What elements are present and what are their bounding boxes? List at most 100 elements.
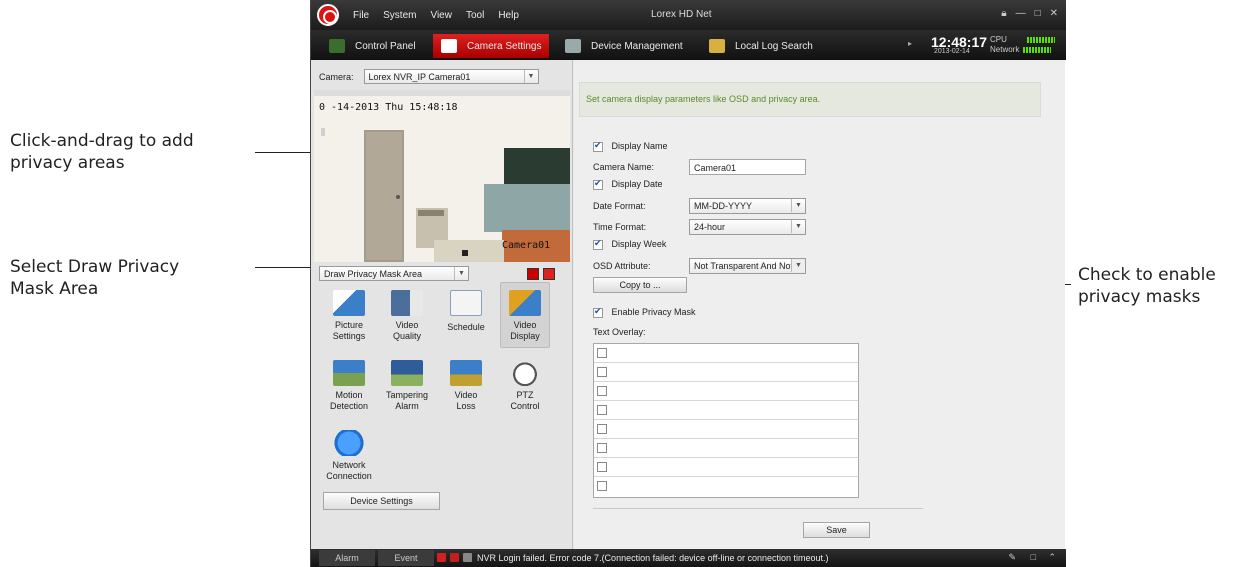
tool-label: Loss xyxy=(456,401,476,411)
tool-ptz-control[interactable]: PTZ Control xyxy=(500,360,550,412)
callout-line-2: privacy areas xyxy=(10,153,125,173)
display-date-label: Display Date xyxy=(611,179,663,189)
list-item[interactable] xyxy=(594,458,858,477)
lorex-logo-icon xyxy=(317,4,339,26)
menu-system[interactable]: System xyxy=(383,10,416,21)
picture-settings-icon xyxy=(333,290,365,316)
alarm-tab[interactable]: Alarm xyxy=(319,550,375,566)
osd-camera-name: Camera01 xyxy=(502,240,551,251)
overlay-checkbox[interactable] xyxy=(597,424,607,434)
date-format-select[interactable]: MM-DD-YYYY ▼ xyxy=(689,198,806,214)
tool-network-connection[interactable]: Network Connection xyxy=(324,430,374,482)
menu-tool[interactable]: Tool xyxy=(466,10,484,21)
osd-datetime: 0 -14-2013 Thu 15:48:18 xyxy=(319,102,458,113)
enable-privacy-label: Enable Privacy Mask xyxy=(611,307,696,317)
list-item[interactable] xyxy=(594,382,858,401)
tab-control-panel[interactable]: Control Panel xyxy=(321,34,431,58)
tampering-alarm-icon xyxy=(391,360,423,386)
display-date-row: Display Date xyxy=(593,178,663,190)
video-display-icon xyxy=(509,290,541,316)
event-tab[interactable]: Event xyxy=(378,550,434,566)
tool-schedule[interactable]: Schedule xyxy=(441,290,491,333)
list-item[interactable] xyxy=(594,420,858,439)
overlay-checkbox[interactable] xyxy=(597,348,607,358)
text-overlay-label: Text Overlay: xyxy=(593,327,646,337)
osd-attribute-label: OSD Attribute: xyxy=(593,261,651,271)
tool-motion-detection[interactable]: Motion Detection xyxy=(324,360,374,412)
display-name-row: Display Name xyxy=(593,140,668,152)
callout-draw-mask: Select Draw Privacy Mask Area xyxy=(10,256,179,300)
display-name-checkbox[interactable] xyxy=(593,140,603,152)
alarm-icon[interactable] xyxy=(437,553,446,562)
motion-detection-icon xyxy=(333,360,365,386)
cpu-label: CPU xyxy=(990,35,1007,44)
video-scene xyxy=(314,90,570,262)
tab-scroll-icon[interactable]: ▸ xyxy=(908,39,912,48)
right-panel: Set camera display parameters like OSD a… xyxy=(574,60,1065,549)
overlay-checkbox[interactable] xyxy=(597,367,607,377)
list-item[interactable] xyxy=(594,344,858,363)
draw-mask-icon[interactable] xyxy=(527,267,539,280)
menu-view[interactable]: View xyxy=(430,10,452,21)
tab-label: Device Management xyxy=(591,40,683,52)
list-item[interactable] xyxy=(594,439,858,458)
title-bar: File System View Tool Help Lorex HD Net … xyxy=(311,0,1066,30)
tool-picture-settings[interactable]: Picture Settings xyxy=(324,290,374,342)
tool-tampering-alarm[interactable]: Tampering Alarm xyxy=(382,360,432,412)
overlay-checkbox[interactable] xyxy=(597,386,607,396)
mask-row: Draw Privacy Mask Area ▼ xyxy=(319,266,555,281)
menu-help[interactable]: Help xyxy=(498,10,519,21)
delete-mask-icon[interactable] xyxy=(543,267,555,280)
display-date-checkbox[interactable] xyxy=(593,178,603,190)
menu-file[interactable]: File xyxy=(353,10,369,21)
divider xyxy=(593,508,923,509)
chevron-down-icon: ▼ xyxy=(791,199,805,212)
list-item[interactable] xyxy=(594,401,858,420)
left-panel: Camera: Lorex NVR_IP Camera01 ▼ 0 -14-20… xyxy=(311,60,573,549)
list-item[interactable] xyxy=(594,477,858,496)
time-format-value: 24-hour xyxy=(694,222,726,232)
video-preview[interactable]: 0 -14-2013 Thu 15:48:18 Camera01 xyxy=(314,90,570,262)
camera-name-input[interactable]: Camera01 xyxy=(689,159,806,175)
overlay-checkbox[interactable] xyxy=(597,481,607,491)
tab-label: Camera Settings xyxy=(467,40,542,52)
device-settings-button[interactable]: Device Settings xyxy=(323,492,440,510)
close-icon[interactable]: ✕ xyxy=(1050,8,1058,19)
restore-icon[interactable]: □ xyxy=(1031,552,1036,562)
minimize-icon[interactable]: — xyxy=(1016,8,1026,19)
record-icon[interactable] xyxy=(450,553,459,562)
time-format-select[interactable]: 24-hour ▼ xyxy=(689,219,806,235)
chevron-down-icon: ▼ xyxy=(523,70,538,83)
camera-select-value: Lorex NVR_IP Camera01 xyxy=(368,71,471,82)
copy-to-button[interactable]: Copy to ... xyxy=(593,277,687,293)
save-button[interactable]: Save xyxy=(803,522,870,538)
overlay-checkbox[interactable] xyxy=(597,462,607,472)
tool-label: Control xyxy=(510,401,540,411)
enable-privacy-checkbox[interactable] xyxy=(593,306,603,318)
tab-label: Control Panel xyxy=(355,40,416,52)
lock-icon[interactable]: 🔒︎ xyxy=(1001,8,1006,19)
tab-label: Local Log Search xyxy=(735,40,813,52)
menu-bar: File System View Tool Help xyxy=(353,10,519,21)
tool-video-loss[interactable]: Video Loss xyxy=(441,360,491,412)
tool-video-quality[interactable]: Video Quality xyxy=(382,290,432,342)
tab-local-log-search[interactable]: Local Log Search xyxy=(709,34,829,58)
overlay-checkbox[interactable] xyxy=(597,405,607,415)
tool-label: Detection xyxy=(329,401,369,411)
tab-camera-settings[interactable]: Camera Settings xyxy=(433,34,549,58)
osd-attribute-select[interactable]: Not Transparent And Not ▼ xyxy=(689,258,806,274)
camera-select[interactable]: Lorex NVR_IP Camera01 ▼ xyxy=(363,69,539,84)
tab-device-management[interactable]: Device Management xyxy=(565,34,705,58)
overlay-checkbox[interactable] xyxy=(597,443,607,453)
list-item[interactable] xyxy=(594,363,858,382)
maximize-icon[interactable]: □ xyxy=(1035,8,1041,19)
tool-label: Video xyxy=(395,320,419,330)
tool-video-display[interactable]: Video Display xyxy=(500,282,550,348)
date-format-value: MM-DD-YYYY xyxy=(694,201,752,211)
display-week-checkbox[interactable] xyxy=(593,238,603,250)
pin-icon[interactable]: ✎ xyxy=(1008,552,1016,563)
speaker-icon[interactable] xyxy=(463,553,472,562)
collapse-icon[interactable]: ⌃ xyxy=(1048,552,1056,563)
draw-mask-select[interactable]: Draw Privacy Mask Area ▼ xyxy=(319,266,469,281)
app-window: File System View Tool Help Lorex HD Net … xyxy=(310,0,1066,567)
